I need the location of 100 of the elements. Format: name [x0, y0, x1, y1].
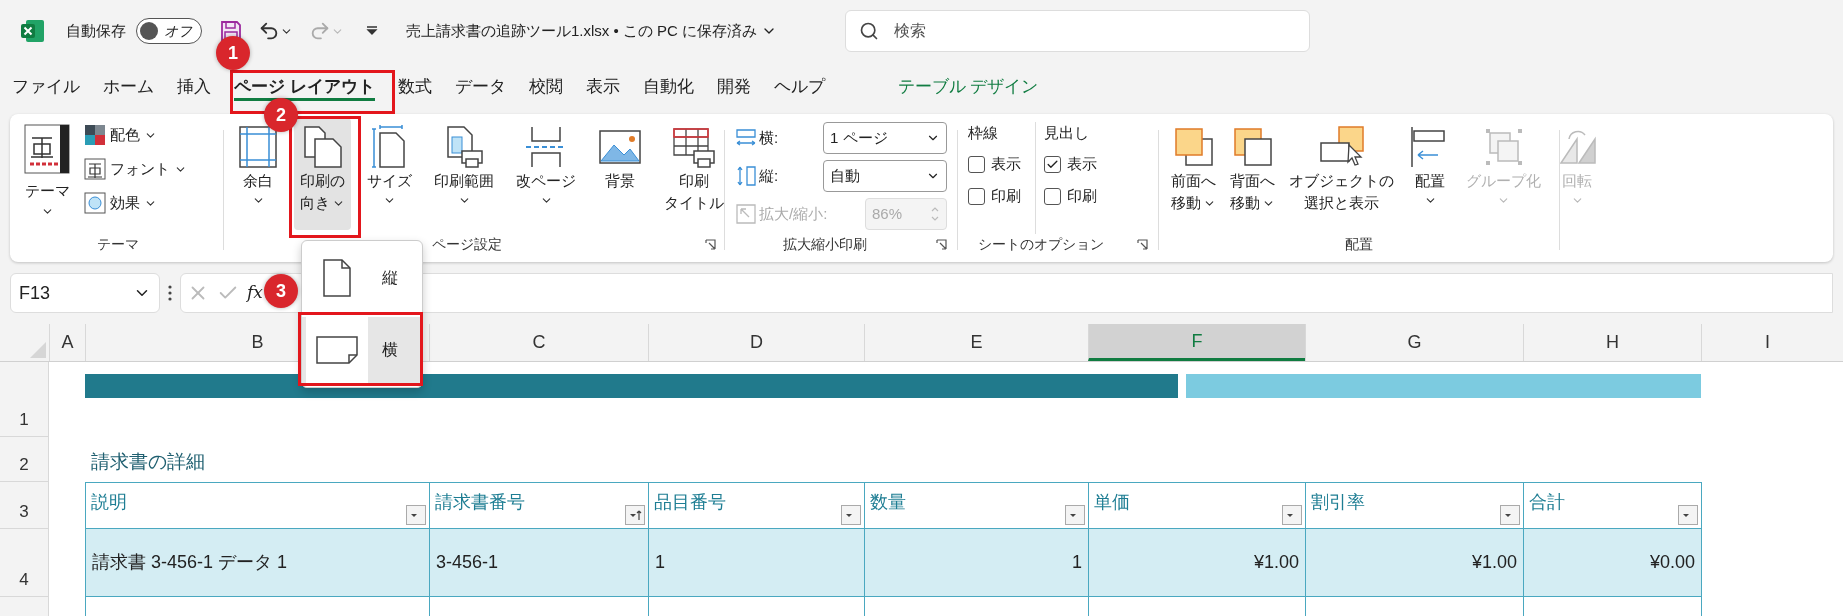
field-label: 拡大/縮小: [759, 203, 828, 224]
ribbon-tab[interactable]: 挿入 [177, 75, 211, 101]
ribbon-button[interactable]: 印刷の 向き [294, 118, 351, 230]
ribbon-button[interactable]: 印刷範囲 [428, 118, 500, 230]
autosave-label: 自動保存 [66, 20, 126, 41]
app-logo-icon [20, 18, 46, 44]
group-label: 配置 [1345, 235, 1373, 254]
row-header[interactable]: 3 [0, 482, 49, 529]
scale-icon [735, 203, 757, 225]
column-header[interactable]: I [1701, 324, 1833, 361]
undo-icon[interactable] [258, 20, 280, 42]
table-header: 合計 [1529, 491, 1565, 514]
checkbox[interactable] [1044, 188, 1061, 205]
color-swatch-icon [84, 124, 106, 146]
column-header[interactable]: H [1523, 324, 1701, 361]
field-label: 縦: [759, 165, 779, 186]
dialog-launcher-icon[interactable] [936, 239, 947, 250]
table-header: 品目番号 [654, 491, 726, 514]
name-box[interactable]: F13 [10, 273, 160, 313]
group-label: テーマ [96, 235, 139, 254]
ribbon-button[interactable]: 印刷 タイトル [658, 118, 730, 230]
ribbon-tab[interactable]: 数式 [397, 75, 432, 101]
option-checkbox[interactable]: 印刷 [968, 184, 1021, 209]
image-icon [598, 127, 642, 167]
table-cell: 1 [864, 529, 1088, 596]
ribbon-button[interactable]: 配置 [1402, 118, 1458, 230]
check-icon [1046, 158, 1059, 171]
table-header: 請求書番号 [435, 491, 525, 514]
sort-filter-button[interactable] [625, 505, 645, 525]
dropdown-field[interactable]: 1 ページ [823, 122, 947, 154]
group-label: ページ設定 [432, 235, 502, 254]
sort-arrow-icon [628, 508, 642, 522]
table-header: 単価 [1094, 491, 1130, 514]
ribbon-button[interactable]: サイズ [361, 118, 418, 230]
search-icon [859, 21, 880, 41]
sheet-title: 請求書の詳細 [91, 449, 205, 474]
option-heading: 見出し [1044, 123, 1090, 143]
option-heading: 枠線 [968, 123, 999, 143]
customize-icon[interactable] [366, 26, 378, 36]
row-header[interactable]: 2 [0, 437, 49, 482]
ribbon-button[interactable]: 背景 [592, 118, 648, 230]
search-field[interactable]: 検索 [845, 10, 1311, 52]
ribbon-tab[interactable]: ファイル [12, 75, 80, 101]
table-header: 割引率 [1311, 491, 1365, 514]
ribbon-button[interactable]: 背面へ 移動 [1224, 118, 1281, 230]
column-header[interactable]: A [49, 324, 85, 361]
dialog-launcher-icon[interactable] [1137, 239, 1148, 250]
autosave-toggle[interactable]: オフ [136, 18, 202, 44]
ribbon-tab[interactable]: テーブル デザイン [897, 75, 1039, 101]
save-icon[interactable] [220, 20, 242, 42]
font-icon [84, 158, 106, 180]
option-checkbox[interactable]: 表示 [1044, 152, 1097, 177]
menu-item[interactable]: 横 [302, 317, 422, 383]
checkbox[interactable] [968, 188, 985, 205]
ribbon-button[interactable]: 改ページ [510, 118, 582, 230]
ribbon-button[interactable]: オブジェクトの 選択と表示 [1283, 118, 1400, 230]
row-header[interactable]: 4 [0, 529, 49, 597]
file-name[interactable]: 売上請求書の追跡ツール1.xlsx • この PC に保存済み [406, 19, 758, 43]
function-button[interactable]: fx [247, 280, 263, 306]
ribbon-button[interactable]: 効果 [84, 190, 187, 216]
ribbon-button[interactable]: フォント [84, 156, 187, 182]
ribbon-button[interactable]: テーマ [18, 118, 76, 234]
column-header[interactable]: D [648, 324, 864, 361]
table-cell: 3-456-1 [429, 529, 648, 596]
table-cell-text: 請求書 3-456-1 データ 1 [91, 551, 289, 574]
table-cell: 1 [648, 529, 864, 596]
theme-icon [24, 124, 70, 174]
margins-icon [238, 125, 278, 169]
table-header: 数量 [870, 491, 906, 514]
option-checkbox[interactable]: 表示 [968, 152, 1021, 177]
table-cell: ¥1.00 [1305, 529, 1523, 596]
row-header[interactable]: 1 [0, 362, 49, 437]
dialog-launcher-icon[interactable] [705, 239, 716, 250]
ribbon-button[interactable]: 配色 [84, 122, 187, 148]
table-header: 説明 [91, 491, 127, 514]
group-label: シートのオプション [978, 235, 1104, 254]
checkbox[interactable] [968, 156, 985, 173]
column-header[interactable]: C [429, 324, 648, 361]
ribbon-tab[interactable]: 校閲 [528, 75, 563, 101]
height-icon [735, 165, 757, 187]
table-cell: ¥0.00 [1523, 529, 1701, 596]
ribbon-tab[interactable]: 開発 [716, 75, 751, 101]
more-icon[interactable] [168, 285, 172, 301]
ribbon-button[interactable]: 前面へ 移動 [1165, 118, 1222, 230]
print-titles-icon [672, 125, 716, 169]
ribbon-tab[interactable]: データ [454, 75, 506, 101]
dropdown-field[interactable]: 自動 [823, 160, 947, 192]
group-label: 拡大縮小印刷 [783, 235, 867, 254]
landscape-page-icon [315, 335, 359, 365]
table-cell: ¥1.00 [1088, 529, 1305, 596]
ribbon-tab[interactable]: 表示 [585, 75, 620, 101]
portrait-page-icon [322, 258, 352, 298]
field-label: 横: [759, 127, 779, 148]
ribbon-tab[interactable]: 自動化 [642, 75, 694, 101]
step-badge: 1 [216, 36, 250, 70]
ribbon-tab[interactable]: ホーム [103, 75, 154, 101]
column-header[interactable]: G [1305, 324, 1523, 361]
ribbon-tab[interactable]: ヘルプ [773, 75, 825, 101]
option-checkbox[interactable]: 印刷 [1044, 184, 1097, 209]
checkbox[interactable] [1044, 156, 1061, 173]
